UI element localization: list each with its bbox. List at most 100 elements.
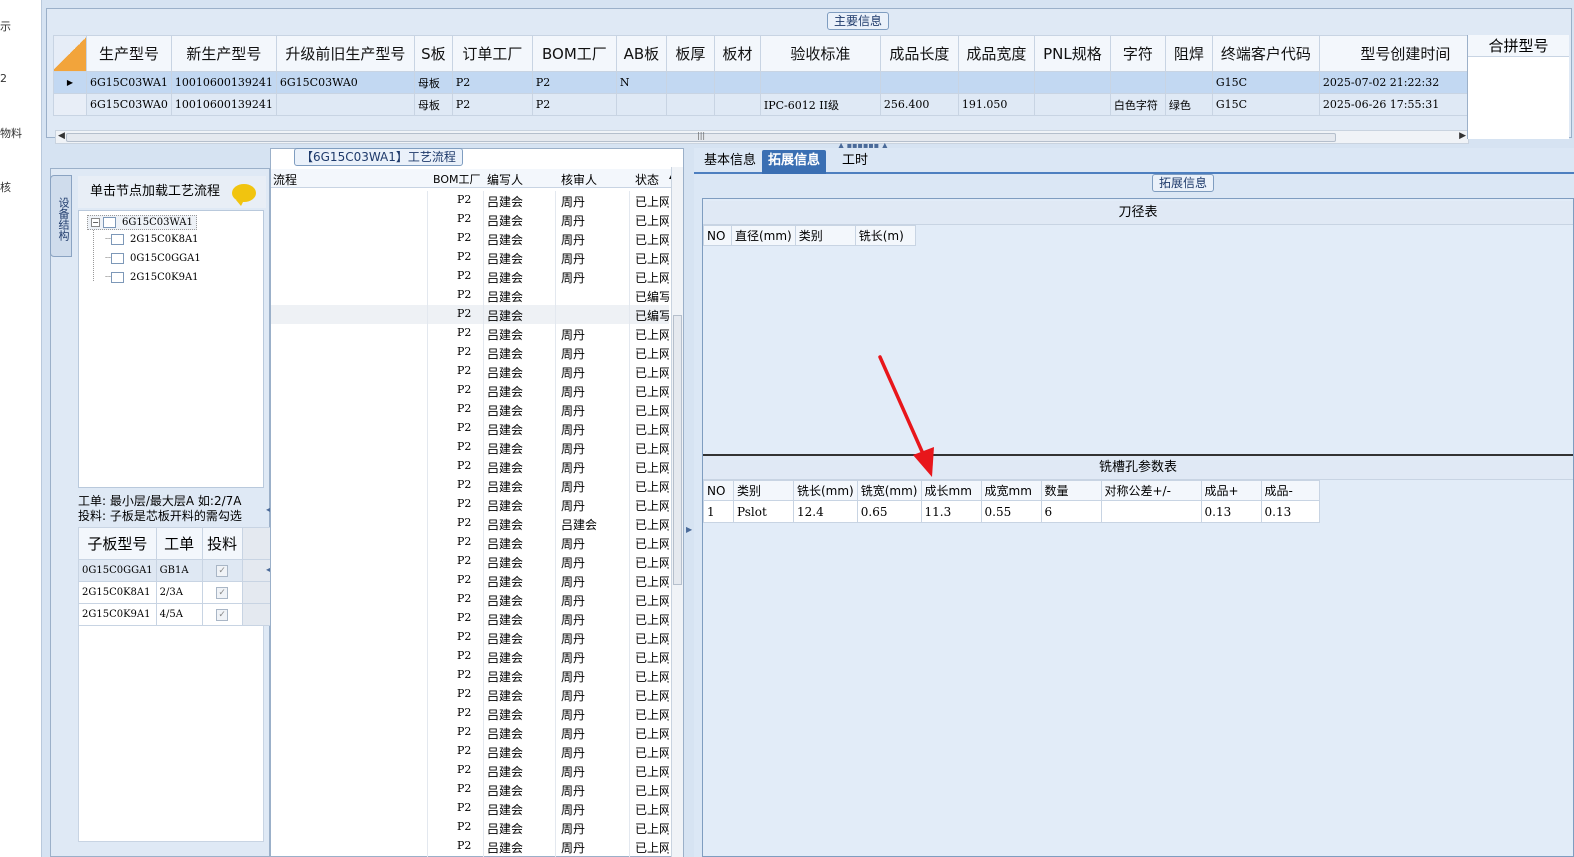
flow-row[interactable]: −外层干膜1P2吕建会周丹已上网 — [271, 666, 669, 685]
col-header[interactable]: 成品- — [1260, 480, 1320, 501]
scroll-right-arrow-icon[interactable]: ▶ — [1459, 131, 1466, 141]
flow-row[interactable]: 显影1P2吕建会周丹已上网 — [271, 742, 669, 761]
left-strip-item[interactable]: 核 — [0, 179, 11, 195]
flow-row[interactable]: −外层干膜3P2吕建会周丹已上网 — [271, 571, 669, 590]
flow-row[interactable]: 铝片钻孔P2吕建会周丹已上网 — [271, 248, 669, 267]
flow-row[interactable]: −阻焊1P2吕建会周丹已上网 — [271, 533, 669, 552]
col-header[interactable]: 成品长度 — [879, 35, 959, 72]
table-row[interactable]: 2G15C0K9A1 4/5A ✓ — [78, 603, 271, 626]
flow-row[interactable]: 等离子处理1P2吕建会周丹已上网 — [271, 381, 669, 400]
col-header[interactable]: 成宽mm — [980, 480, 1042, 501]
flow-row[interactable]: 曝光P2吕建会吕建会已上网 — [271, 514, 669, 533]
col-header[interactable]: 板材 — [713, 35, 761, 72]
tree-node-child[interactable]: ┄ 0G15C0GGA1 — [105, 253, 201, 264]
col-header[interactable]: PNL规格 — [1033, 35, 1111, 72]
flow-row[interactable]: −外形1P2吕建会已编写 — [271, 286, 669, 305]
tab-working-hours[interactable]: 工时 — [836, 150, 874, 174]
table-row[interactable]: 2G15C0K8A1 2/3A ✓ — [78, 581, 271, 604]
flow-row[interactable]: 铣槽孔1P2吕建会已编写 — [271, 305, 669, 324]
flow-scrollbar[interactable] — [671, 167, 683, 857]
tree-node-root[interactable]: −6G15C03WA1 — [87, 215, 197, 230]
table-row[interactable]: ▶ 6G15C03WA1 10010600139241 6G15C03WA0 母板 P2 P… — [53, 71, 1492, 94]
grid-corner[interactable] — [53, 35, 87, 72]
flow-row[interactable]: 钻孔P2吕建会周丹已上网 — [271, 267, 669, 286]
col-header[interactable]: 数量 — [1040, 480, 1102, 501]
col-header[interactable]: 流程 — [273, 171, 297, 188]
flow-row[interactable]: −沉铜1P2吕建会周丹已上网 — [271, 324, 669, 343]
flow-row[interactable]: −图镀铜镍金P2吕建会周丹已上网 — [271, 609, 669, 628]
checkbox[interactable]: ✓ — [216, 586, 229, 599]
scroll-left-arrow-icon[interactable]: ◀ — [58, 131, 65, 141]
col-header[interactable]: 成品宽度 — [957, 35, 1035, 72]
col-header[interactable]: 铣长(mm) — [793, 480, 858, 501]
flow-row[interactable]: 贴膜1P2吕建会周丹已上网 — [271, 704, 669, 723]
col-header[interactable]: 板厚 — [665, 35, 715, 72]
row-indicator-icon[interactable] — [53, 93, 87, 116]
speech-bubble-icon[interactable] — [232, 184, 256, 206]
col-header[interactable]: 铣宽(mm) — [856, 480, 922, 501]
col-header[interactable]: 验收标准 — [759, 35, 881, 72]
table-row[interactable]: 6G15C03WA0 10010600139241 母板 P2 P2 IPC-6012 I… — [53, 93, 1492, 116]
col-header[interactable]: AB板 — [615, 35, 667, 72]
scroll-thumb[interactable] — [673, 315, 682, 585]
col-header[interactable]: S板 — [413, 35, 453, 72]
flow-row[interactable]: 外层前处理1P2吕建会周丹已上网 — [271, 685, 669, 704]
row-indicator-icon[interactable]: ▶ — [53, 71, 87, 94]
col-header[interactable]: 工单 — [155, 527, 203, 560]
collapse-right-icon[interactable]: ▶ — [686, 525, 692, 534]
col-header[interactable]: 阻焊 — [1164, 35, 1213, 72]
scroll-thumb[interactable]: ||| — [66, 131, 1336, 142]
col-header[interactable]: 子板型号 — [78, 527, 157, 560]
col-header[interactable]: 编写人 — [487, 171, 523, 188]
flow-row[interactable]: −外层干膜P2吕建会周丹已上网 — [271, 457, 669, 476]
left-strip-item[interactable]: 2 — [0, 72, 7, 85]
col-header[interactable]: 类别 — [733, 480, 794, 501]
device-structure-tab[interactable]: 设备结构 — [50, 175, 72, 257]
flow-row[interactable]: 烘板1P2吕建会周丹已上网 — [271, 362, 669, 381]
flow-row[interactable]: 电镀硬金P2吕建会周丹已上网 — [271, 799, 669, 818]
col-header[interactable]: 核审人 — [561, 171, 597, 188]
col-header[interactable]: 对称公差+/- — [1100, 480, 1202, 501]
col-header[interactable]: BOM工厂 — [433, 171, 481, 187]
tab-basic-info[interactable]: 基本信息 — [698, 150, 762, 174]
col-header[interactable]: 投料 — [201, 527, 243, 560]
col-header[interactable]: BOM工厂 — [531, 35, 617, 72]
col-header[interactable]: 状态 — [635, 171, 659, 188]
col-header[interactable]: 成品+ — [1200, 480, 1262, 501]
flow-row[interactable]: 去毛刺1P2吕建会周丹已上网 — [271, 343, 669, 362]
flow-row[interactable]: 板边包胶P2吕建会周丹已上网 — [271, 780, 669, 799]
flow-row[interactable]: 曝光1P2吕建会周丹已上网 — [271, 723, 669, 742]
flow-row[interactable]: −电镀P2吕建会周丹已上网 — [271, 419, 669, 438]
flow-row[interactable]: 沉铜1P2吕建会周丹已上网 — [271, 400, 669, 419]
flow-row[interactable]: 挡点网版1P2吕建会周丹已上网 — [271, 552, 669, 571]
main-horizontal-scrollbar[interactable]: ◀ ||| ▶ — [55, 130, 1469, 144]
col-header[interactable]: 直径(mm) — [731, 225, 796, 246]
flow-row[interactable]: 显影3P2吕建会周丹已上网 — [271, 590, 669, 609]
col-header[interactable]: 终端客户代码 — [1211, 35, 1320, 72]
left-strip-item[interactable]: 示 — [0, 18, 11, 34]
col-header[interactable]: 生产型号 — [86, 35, 172, 72]
col-header[interactable]: 成长mm — [920, 480, 982, 501]
col-header[interactable]: 铣长(m) — [854, 225, 916, 246]
col-header[interactable]: NO — [703, 225, 732, 246]
flow-row[interactable]: 板镀P2吕建会周丹已上网 — [271, 438, 669, 457]
col-header[interactable]: 型号创建时间 — [1318, 35, 1492, 72]
flow-row[interactable]: −钻孔P2吕建会周丹已上网 — [271, 229, 669, 248]
flow-row[interactable]: −外层蚀刻P2吕建会周丹已上网 — [271, 837, 669, 856]
flow-row[interactable]: −沉铜P2吕建会周丹已上网 — [271, 191, 669, 210]
flow-row[interactable]: 除胶P2吕建会周丹已上网 — [271, 210, 669, 229]
flow-row[interactable]: 水洗烘干P2吕建会周丹已上网 — [271, 818, 669, 837]
flow-row[interactable]: 贴膜P2吕建会周丹已上网 — [271, 495, 669, 514]
flow-row[interactable]: 图镀铜镍金P2吕建会周丹已上网 — [271, 628, 669, 647]
col-header[interactable]: 升级前旧生产型号 — [275, 35, 415, 72]
left-strip-item[interactable]: 物料 — [0, 125, 22, 141]
tree-node-child[interactable]: ┄ 2G15C0K8A1 — [105, 234, 199, 245]
table-row[interactable]: 1 Pslot 12.4 0.65 11.3 0.55 6 0.13 0.13 — [703, 500, 1320, 523]
tab-extended-info[interactable]: 拓展信息 — [762, 150, 827, 174]
col-header[interactable]: NO — [703, 480, 734, 501]
col-header[interactable]: 字符 — [1109, 35, 1166, 72]
col-header[interactable]: 订单工厂 — [451, 35, 533, 72]
flow-row[interactable]: 水洗烘干P2吕建会周丹已上网 — [271, 647, 669, 666]
tree-node-child[interactable]: ┄ 2G15C0K9A1 — [105, 272, 199, 283]
checkbox[interactable]: ✓ — [216, 564, 229, 577]
